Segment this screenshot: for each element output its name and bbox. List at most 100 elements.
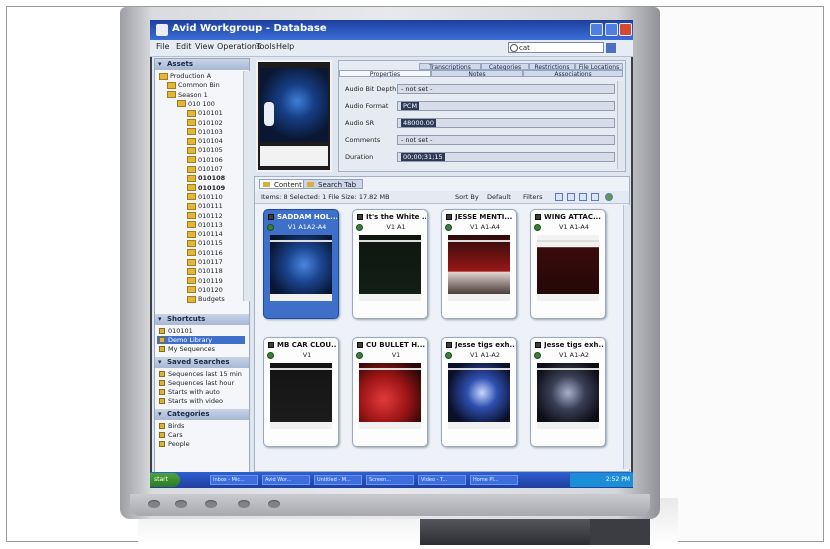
tile-checkbox[interactable] (446, 214, 452, 220)
saved-searches-header[interactable]: Saved Searches (155, 357, 249, 368)
tree-item[interactable]: 010105 (187, 146, 223, 154)
tab-notes[interactable]: Notes (431, 70, 523, 78)
tab-restrictions[interactable]: Restrictions (529, 63, 575, 71)
field-audio-bit-depth[interactable]: - not set - (397, 84, 615, 94)
menu-tools[interactable]: Tools (256, 42, 276, 51)
asset-tile[interactable]: Jesse tigs exh... V1 A1-A2 (441, 337, 517, 447)
tree-item[interactable]: 010118 (187, 267, 223, 275)
maximize-button[interactable] (605, 23, 618, 36)
field-value: 00;00;31;15 (401, 153, 445, 161)
asset-tile[interactable]: Jesse tigs exh... V1 A1-A2 (530, 337, 606, 447)
tree-item[interactable]: Budgets (187, 295, 225, 303)
search-input[interactable]: cat (508, 42, 604, 53)
field-comments[interactable]: - not set - (397, 135, 615, 145)
search-go-button[interactable] (606, 43, 616, 53)
category-item[interactable]: People (157, 440, 245, 448)
tree-item[interactable]: 010108 (187, 174, 225, 182)
large-view-icon[interactable] (579, 193, 587, 201)
sort-by-menu[interactable]: Sort By (455, 191, 479, 203)
tile-checkbox[interactable] (268, 342, 274, 348)
asset-tile[interactable]: It's the White ... V1 A1 (352, 209, 428, 319)
shortcuts-header[interactable]: Shortcuts (155, 314, 249, 325)
thumbnail-view-icon[interactable] (567, 193, 575, 201)
tree-item[interactable]: 010 100 (177, 100, 215, 108)
saved-search-item[interactable]: Starts with video (157, 397, 245, 405)
tree-item[interactable]: 010115 (187, 239, 223, 247)
category-item[interactable]: Cars (157, 431, 245, 439)
shortcut-item[interactable]: Demo Library (157, 336, 245, 344)
menu-operations[interactable]: Operations (217, 42, 261, 51)
menu-file[interactable]: File (156, 42, 169, 51)
field-audio-format[interactable]: PCM (397, 101, 615, 111)
tree-item[interactable]: 010113 (187, 221, 223, 229)
assets-header[interactable]: Assets (155, 59, 249, 70)
asset-tile[interactable]: SADDAM HOL... V1 A1A2-A4 (263, 209, 339, 319)
tree-item[interactable]: 010114 (187, 230, 223, 238)
tile-checkbox[interactable] (357, 214, 363, 220)
tab-associations[interactable]: Associations (523, 70, 623, 78)
category-item[interactable]: Birds (157, 422, 245, 430)
minimize-button[interactable] (590, 23, 603, 36)
tree-item[interactable]: 010101 (187, 109, 223, 117)
field-audio-sr[interactable]: 48000.00 (397, 118, 615, 128)
tree-item[interactable]: 010116 (187, 249, 223, 257)
tree-item[interactable]: Production A (159, 72, 211, 80)
tree-item[interactable]: Common Bin (167, 81, 220, 89)
tree-item[interactable]: 010120 (187, 286, 223, 294)
detail-view-icon[interactable] (591, 193, 599, 201)
asset-tile[interactable]: CU BULLET H... V1 (352, 337, 428, 447)
tree-item[interactable]: Season 1 (167, 91, 208, 99)
filters-menu[interactable]: Filters (523, 191, 542, 203)
saved-search-item[interactable]: Starts with auto (157, 388, 245, 396)
taskbar-button[interactable]: Inbox - Mic... (210, 475, 258, 485)
tree-item[interactable]: 010107 (187, 165, 223, 173)
content-scrollbar[interactable] (623, 205, 630, 469)
tree-item[interactable]: 010112 (187, 212, 223, 220)
tab-file-locations[interactable]: File Locations (575, 63, 623, 71)
properties-scrollbar[interactable] (617, 81, 624, 169)
tree-item[interactable]: 010109 (187, 184, 225, 192)
saved-search-item[interactable]: Sequences last hour (157, 379, 245, 387)
start-button[interactable]: start (150, 473, 180, 487)
tree-item[interactable]: 010104 (187, 137, 223, 145)
tree-item[interactable]: 010103 (187, 128, 223, 136)
shortcut-item[interactable]: 010101 (157, 327, 245, 335)
asset-tile[interactable]: MB CAR CLOU... V1 (263, 337, 339, 447)
tab-content[interactable]: Content (259, 179, 309, 189)
taskbar-button[interactable]: Screen... (366, 475, 414, 485)
tile-checkbox[interactable] (535, 214, 541, 220)
menu-help[interactable]: Help (276, 42, 294, 51)
close-button[interactable] (619, 23, 632, 36)
tile-checkbox[interactable] (446, 342, 452, 348)
tile-checkbox[interactable] (357, 342, 363, 348)
taskbar-button[interactable]: Avid Wor... (262, 475, 310, 485)
tab-properties[interactable]: Properties (339, 70, 431, 78)
tree-item[interactable]: 010110 (187, 193, 223, 201)
taskbar-button[interactable]: Video - T... (418, 475, 466, 485)
tile-checkbox[interactable] (268, 214, 274, 220)
tree-item[interactable]: 010106 (187, 156, 223, 164)
refresh-icon[interactable] (605, 193, 613, 201)
tab-search[interactable]: Search Tab (303, 179, 364, 189)
default-menu[interactable]: Default (487, 191, 511, 203)
taskbar-button[interactable]: Home Pl... (470, 475, 518, 485)
asset-preview[interactable] (256, 60, 332, 172)
saved-search-item[interactable]: Sequences last 15 min (157, 370, 245, 378)
tree-item[interactable]: 010117 (187, 258, 223, 266)
tree-item[interactable]: 010111 (187, 202, 223, 210)
list-view-icon[interactable] (555, 193, 563, 201)
tree-scrollbar[interactable] (243, 71, 250, 301)
categories-header[interactable]: Categories (155, 409, 249, 420)
shortcut-item[interactable]: My Sequences (157, 345, 245, 353)
tree-item[interactable]: 010119 (187, 277, 223, 285)
tab-transcriptions[interactable]: Transcriptions (419, 63, 481, 71)
asset-tile[interactable]: WING ATTAC... V1 A1-A4 (530, 209, 606, 319)
menu-edit[interactable]: Edit (176, 42, 192, 51)
taskbar-button[interactable]: Untitled - M... (314, 475, 362, 485)
menu-view[interactable]: View (195, 42, 214, 51)
tree-item[interactable]: 010102 (187, 119, 223, 127)
tile-checkbox[interactable] (535, 342, 541, 348)
tab-categories[interactable]: Categories (481, 63, 529, 71)
asset-tile[interactable]: JESSE MENTI... V1 A1-A4 (441, 209, 517, 319)
field-duration[interactable]: 00;00;31;15 (397, 152, 615, 162)
